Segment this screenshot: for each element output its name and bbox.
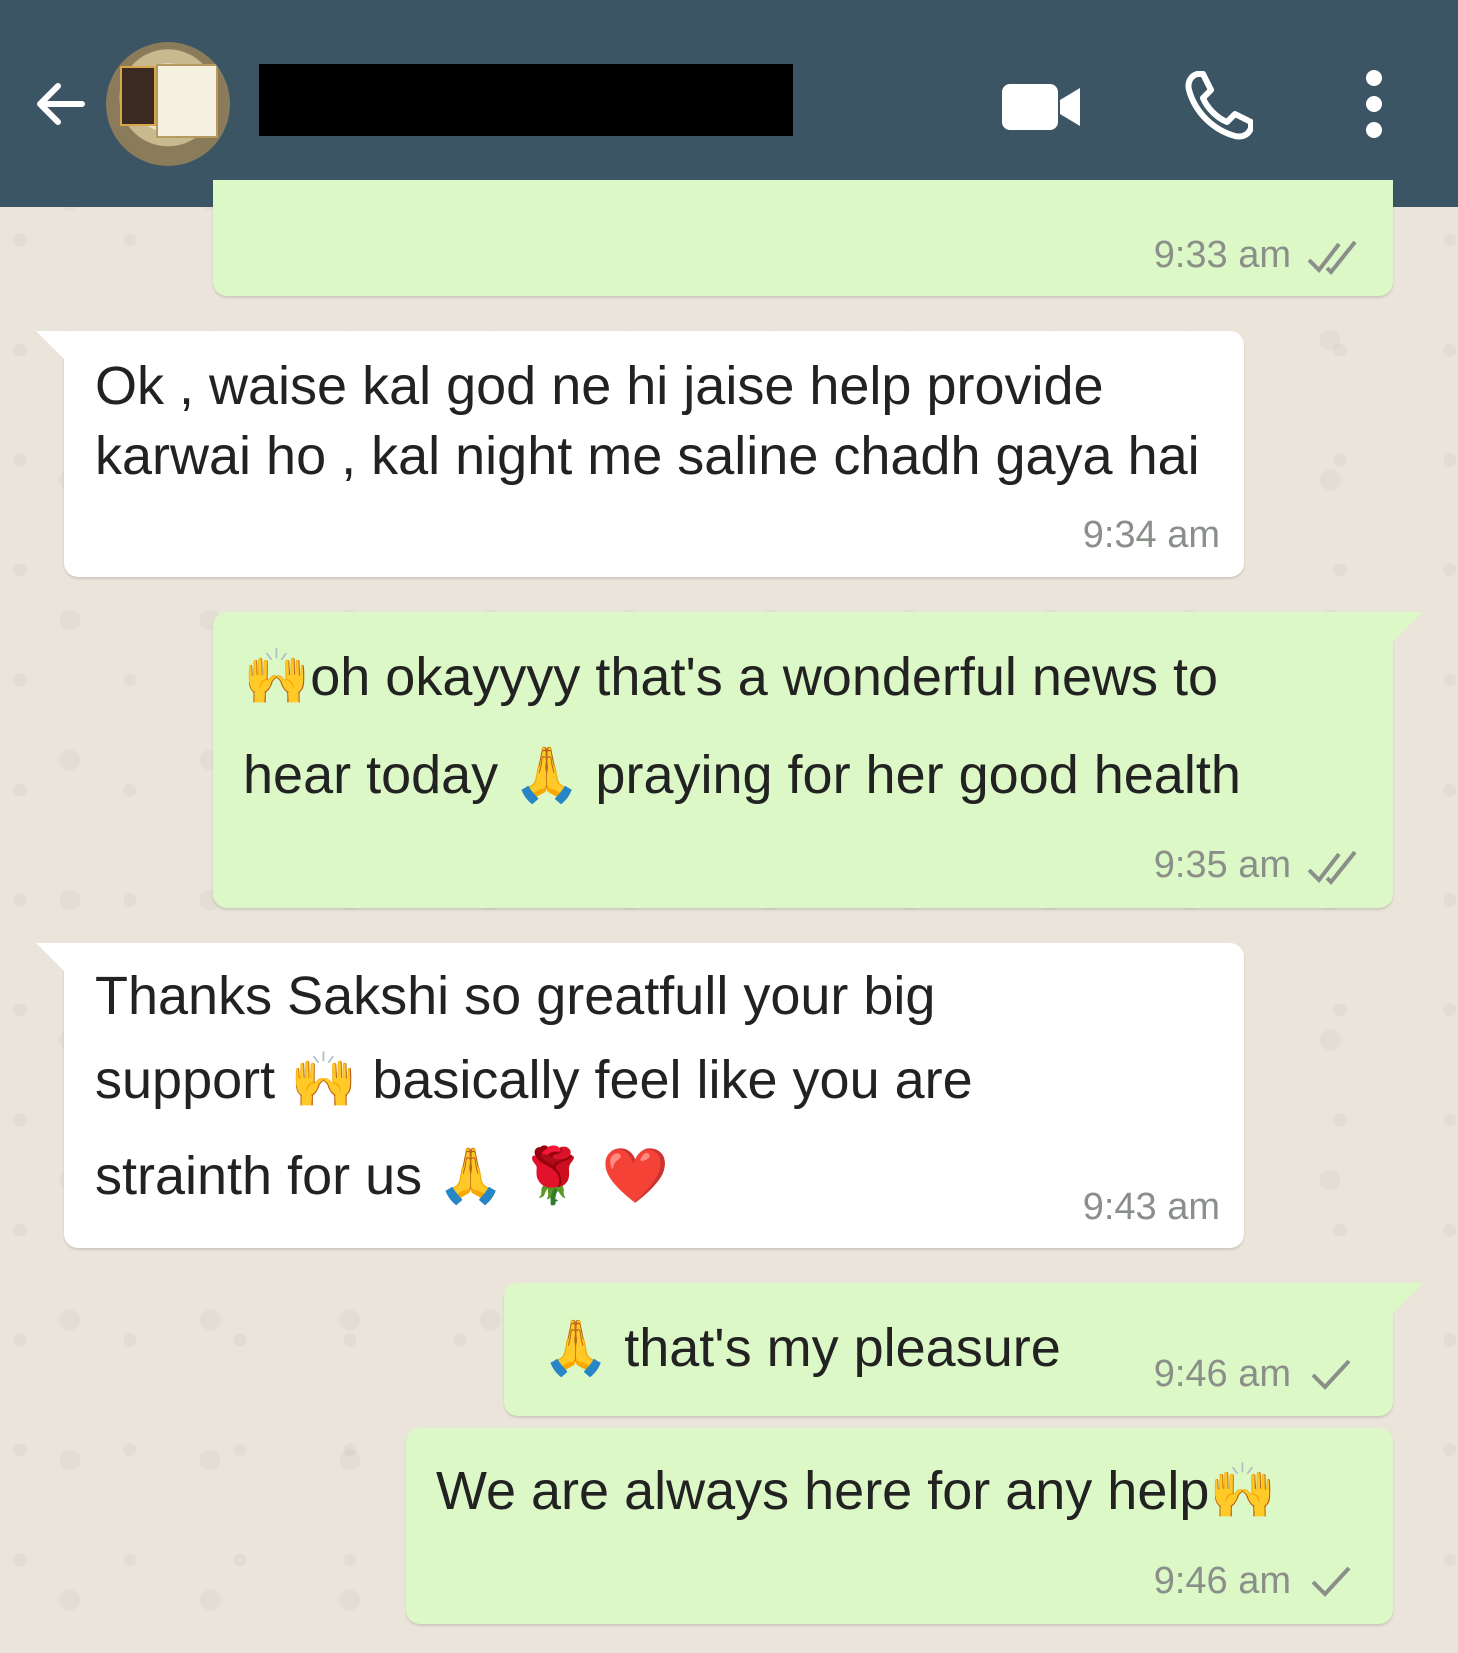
double-check-read-icon [1307, 850, 1357, 885]
message-text: We are always here for any help🙌 [436, 1461, 1277, 1521]
bubble-tail [36, 943, 66, 973]
message-bubble-outgoing[interactable]: 🙏 that's my pleasure 9:46 am [504, 1283, 1393, 1416]
message-bubble-outgoing[interactable]: 9:33 am [213, 180, 1393, 296]
message-text-line: strainth for us 🙏 🌹 ❤️ [95, 1146, 669, 1206]
message-text: Ok , waise kal god ne hi jaise help prov… [95, 356, 1200, 486]
message-time: 9:46 am [1153, 1353, 1291, 1395]
bubble-tail [1393, 1283, 1423, 1313]
bubble-tail [36, 331, 66, 361]
bubble-tail [1393, 612, 1423, 642]
avatar-certificate [156, 64, 218, 138]
message-text: 🙏 that's my pleasure [542, 1318, 1061, 1378]
more-vertical-icon[interactable] [1360, 68, 1388, 140]
message-bubble-outgoing[interactable]: 🙌oh okayyyy that's a wonderful news to h… [213, 612, 1393, 908]
message-time: 9:46 am [1153, 1560, 1291, 1602]
message-text-line: 🙌oh okayyyy that's a wonderful news to [243, 647, 1219, 707]
contact-name-redacted[interactable] [259, 64, 793, 136]
message-time: 9:34 am [1082, 514, 1220, 556]
single-check-sent-icon [1311, 1566, 1351, 1597]
message-bubble-incoming[interactable]: Thanks Sakshi so greatfull your big supp… [64, 943, 1244, 1248]
message-bubble-outgoing[interactable]: We are always here for any help🙌 9:46 am [406, 1428, 1393, 1624]
message-bubble-incoming[interactable]: Ok , waise kal god ne hi jaise help prov… [64, 331, 1244, 577]
message-time: 9:43 am [1082, 1186, 1220, 1228]
arrow-left-icon[interactable] [28, 72, 92, 136]
message-text-line: Thanks Sakshi so greatfull your big [95, 966, 936, 1026]
double-check-read-icon [1307, 240, 1357, 275]
avatar[interactable] [106, 42, 230, 166]
message-time: 9:33 am [1153, 234, 1291, 276]
single-check-sent-icon [1311, 1359, 1351, 1390]
phone-icon[interactable] [1183, 70, 1253, 142]
message-time: 9:35 am [1153, 844, 1291, 886]
message-text-line: hear today 🙏 praying for her good health [243, 745, 1241, 805]
video-camera-icon[interactable] [1000, 80, 1084, 134]
message-text-line: support 🙌 basically feel like you are [95, 1050, 973, 1110]
chat-header [0, 0, 1458, 207]
avatar-photo [120, 66, 156, 126]
